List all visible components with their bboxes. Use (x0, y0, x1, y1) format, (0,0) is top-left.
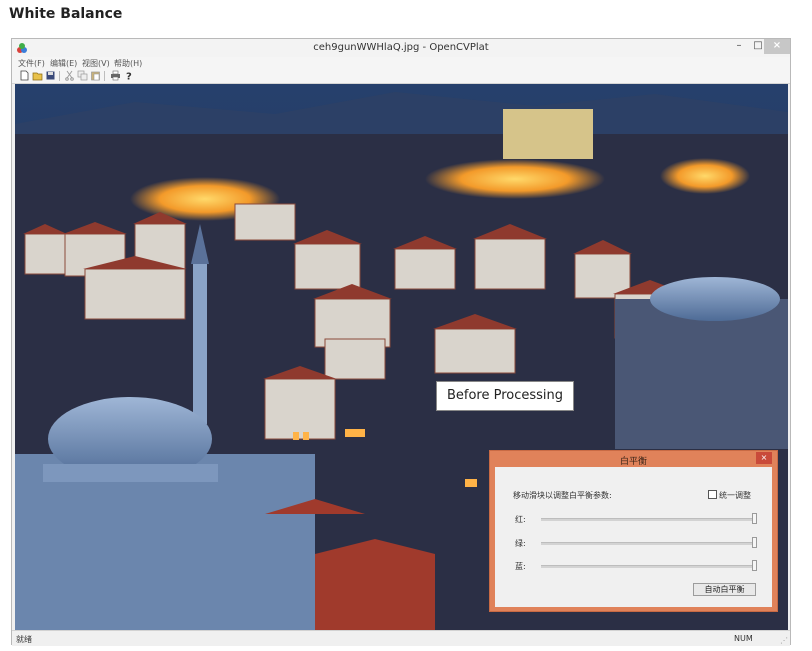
dialog-close-button[interactable]: × (756, 452, 772, 464)
green-label: 绿: (515, 539, 526, 548)
slider-track[interactable] (541, 518, 757, 521)
minimize-button[interactable]: – (730, 39, 748, 54)
svg-text:?: ? (126, 72, 132, 82)
blue-slider[interactable] (541, 560, 757, 571)
dialog-body: 移动滑块以调整白平衡参数: 统一调整 红: 绿: 蓝: 自动白平衡 (495, 467, 772, 607)
sync-adjust-label: 统一调整 (719, 491, 751, 500)
status-text: 就绪 (16, 635, 32, 644)
menu-view[interactable]: 视图(V) (82, 58, 110, 69)
blue-label: 蓝: (515, 562, 526, 571)
resize-grip-icon[interactable]: ⋰ (780, 636, 788, 645)
help-icon[interactable]: ? (123, 70, 134, 82)
slider-track[interactable] (541, 565, 757, 568)
slider-track[interactable] (541, 542, 757, 545)
white-balance-dialog: 白平衡 × 移动滑块以调整白平衡参数: 统一调整 红: 绿: 蓝: 自动白平衡 (489, 450, 778, 612)
sync-adjust-checkbox[interactable]: 统一调整 (708, 490, 751, 501)
window-title: ceh9gunWWHlaQ.jpg - OpenCVPlat (313, 42, 489, 53)
green-slider[interactable] (541, 537, 757, 548)
toolbar-separator (59, 71, 60, 81)
menu-help[interactable]: 帮助(H) (114, 58, 142, 69)
red-slider[interactable] (541, 513, 757, 524)
toolbar: ? (12, 69, 790, 84)
auto-white-balance-button[interactable]: 自动白平衡 (693, 583, 756, 596)
copy-icon[interactable] (77, 70, 88, 81)
toolbar-separator (104, 71, 105, 81)
dialog-title: 白平衡 (619, 457, 647, 467)
close-button[interactable]: × (764, 39, 790, 54)
paste-icon[interactable] (90, 70, 101, 81)
before-processing-label: Before Processing (436, 381, 574, 411)
save-icon[interactable] (45, 70, 56, 81)
red-label: 红: (515, 515, 526, 524)
menu-bar: 文件(F) 编辑(E) 视图(V) 帮助(H) (12, 57, 790, 69)
slider-instruction: 移动滑块以调整白平衡参数: (513, 491, 612, 500)
menu-edit[interactable]: 编辑(E) (50, 58, 77, 69)
cut-icon[interactable] (64, 70, 75, 81)
print-icon[interactable] (110, 70, 121, 81)
page-heading: White Balance (9, 6, 123, 22)
title-bar: ceh9gunWWHlaQ.jpg - OpenCVPlat – □ × (12, 39, 790, 57)
status-bar: 就绪 NUM ⋰ (12, 630, 790, 646)
menu-file[interactable]: 文件(F) (18, 58, 45, 69)
new-icon[interactable] (19, 70, 30, 81)
slider-thumb[interactable] (752, 537, 757, 548)
num-lock-indicator: NUM (734, 634, 753, 643)
slider-thumb[interactable] (752, 513, 757, 524)
slider-thumb[interactable] (752, 560, 757, 571)
open-icon[interactable] (32, 70, 43, 81)
checkbox-icon[interactable] (708, 490, 717, 499)
